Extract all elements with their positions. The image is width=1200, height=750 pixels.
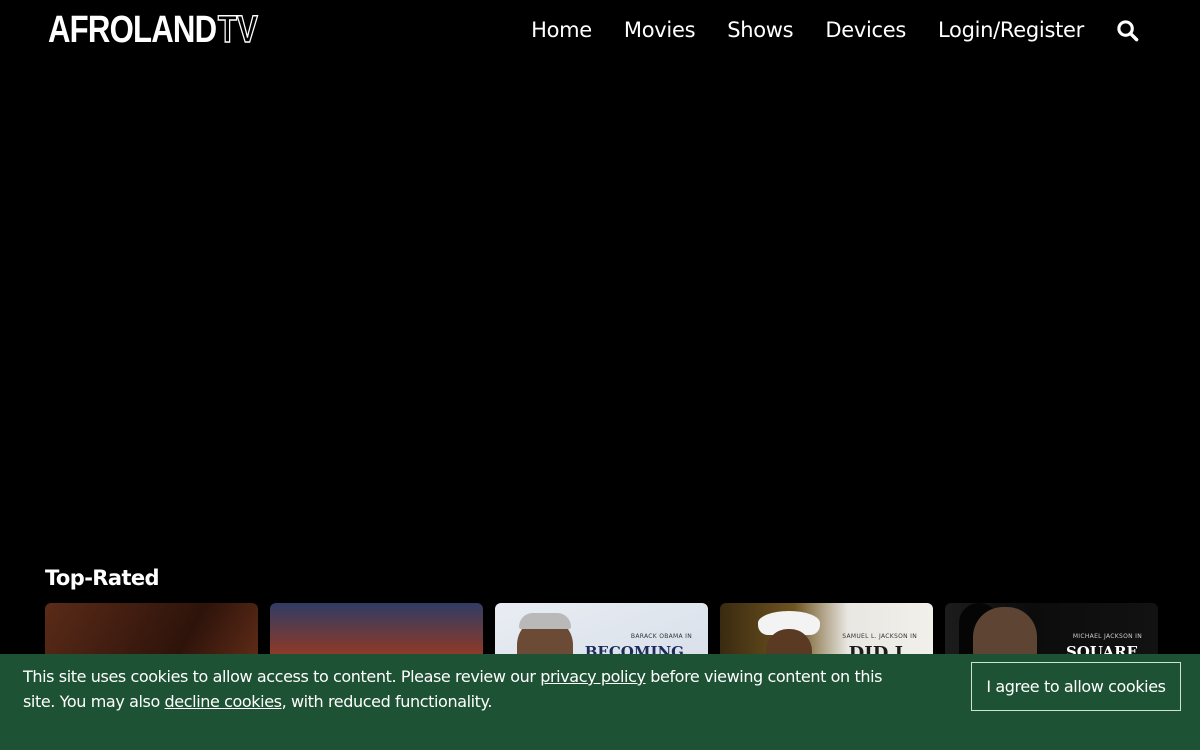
- main-nav: Home Movies Shows Devices Login/Register: [531, 13, 1140, 47]
- cookie-banner: This site uses cookies to allow access t…: [0, 654, 1200, 750]
- logo-tv-text: TV: [217, 8, 258, 52]
- cookie-text-after: , with reduced functionality.: [281, 692, 493, 711]
- nav-movies[interactable]: Movies: [624, 18, 696, 42]
- afrolandtv-logo[interactable]: AFROLAND TV: [48, 8, 258, 52]
- poster-caption: SAMUEL L. JACKSON IN: [842, 633, 917, 640]
- nav-login-register[interactable]: Login/Register: [938, 18, 1084, 42]
- cookie-text-before: This site uses cookies to allow access t…: [23, 667, 541, 686]
- poster-caption: MICHAEL JACKSON IN: [1072, 633, 1142, 640]
- page: AFROLAND TV Home Movies Shows Devices Log…: [0, 0, 1200, 750]
- cookie-message: This site uses cookies to allow access t…: [23, 664, 903, 714]
- nav-devices[interactable]: Devices: [825, 18, 906, 42]
- decline-cookies-link[interactable]: decline cookies: [165, 692, 282, 711]
- search-icon[interactable]: [1116, 18, 1140, 42]
- privacy-policy-link[interactable]: privacy policy: [540, 667, 646, 686]
- logo-main-text: AFROLAND: [48, 8, 217, 51]
- poster-portrait-hair: [519, 613, 571, 629]
- nav-home[interactable]: Home: [531, 18, 592, 42]
- agree-cookies-button[interactable]: I agree to allow cookies: [971, 662, 1181, 711]
- section-title-top-rated: Top-Rated: [45, 566, 160, 590]
- nav-shows[interactable]: Shows: [727, 18, 793, 42]
- poster-caption: BARACK OBAMA IN: [630, 633, 692, 640]
